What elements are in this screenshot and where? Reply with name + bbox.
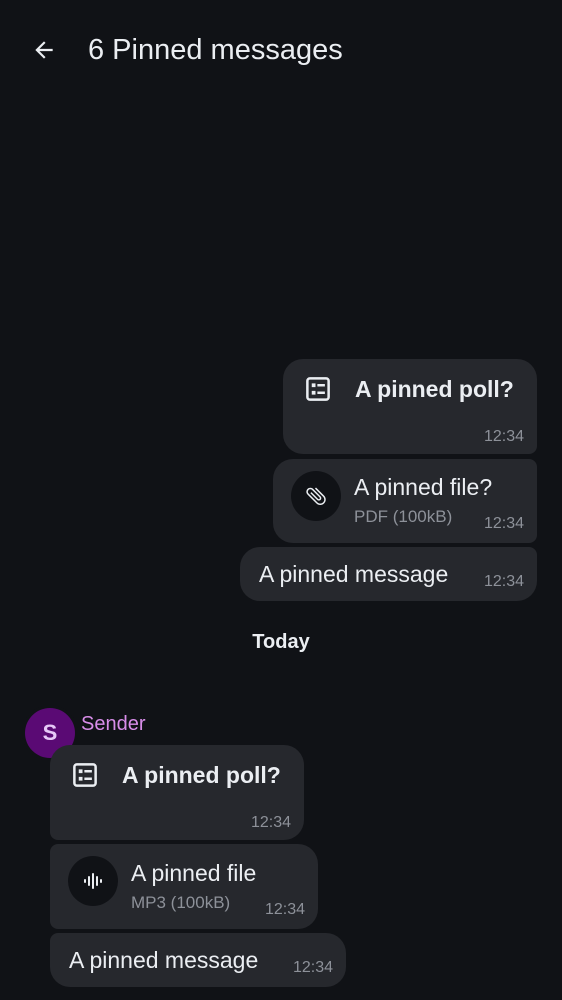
pinned-poll-bubble-outgoing[interactable]: A pinned poll? 12:34: [283, 359, 537, 454]
pinned-message-bubble-incoming[interactable]: A pinned message 12:34: [50, 933, 346, 987]
message-timestamp: 12:34: [292, 959, 333, 976]
message-timestamp: 12:34: [483, 515, 524, 532]
message-timestamp: 12:34: [483, 428, 524, 445]
day-separator: Today: [252, 631, 310, 653]
message-timestamp: 12:34: [264, 901, 305, 918]
poll-icon: [306, 377, 330, 401]
avatar-initial: S: [42, 720, 58, 745]
page-title: 6 Pinned messages: [88, 34, 343, 66]
poll-question: A pinned poll?: [355, 376, 514, 402]
message-timestamp: 12:34: [250, 814, 291, 831]
audio-waveform-icon: [84, 873, 102, 889]
file-details: PDF (100kB): [354, 507, 453, 526]
back-button[interactable]: [24, 30, 64, 70]
file-icon-container: [68, 856, 118, 906]
arrow-left-icon: [35, 41, 53, 59]
pinned-message-bubble-outgoing[interactable]: A pinned message 12:34: [240, 547, 537, 601]
poll-question: A pinned poll?: [122, 762, 281, 788]
file-name: A pinned file?: [354, 474, 493, 500]
paperclip-icon: [306, 487, 326, 506]
message-text: A pinned message: [69, 947, 259, 973]
pinned-file-bubble-incoming[interactable]: A pinned file MP3 (100kB) 12:34: [50, 844, 318, 929]
top-app-bar: 6 Pinned messages: [0, 0, 562, 100]
file-details: MP3 (100kB): [131, 893, 231, 912]
pinned-poll-bubble-incoming[interactable]: A pinned poll? 12:34: [50, 745, 304, 840]
file-icon-container: [291, 471, 341, 521]
sender-name[interactable]: Sender: [81, 711, 146, 737]
message-timestamp: 12:34: [483, 573, 524, 590]
pinned-file-bubble-outgoing[interactable]: A pinned file? PDF (100kB) 12:34: [273, 459, 537, 543]
file-name: A pinned file: [131, 860, 257, 886]
poll-icon: [73, 763, 97, 787]
message-text: A pinned message: [259, 561, 449, 587]
